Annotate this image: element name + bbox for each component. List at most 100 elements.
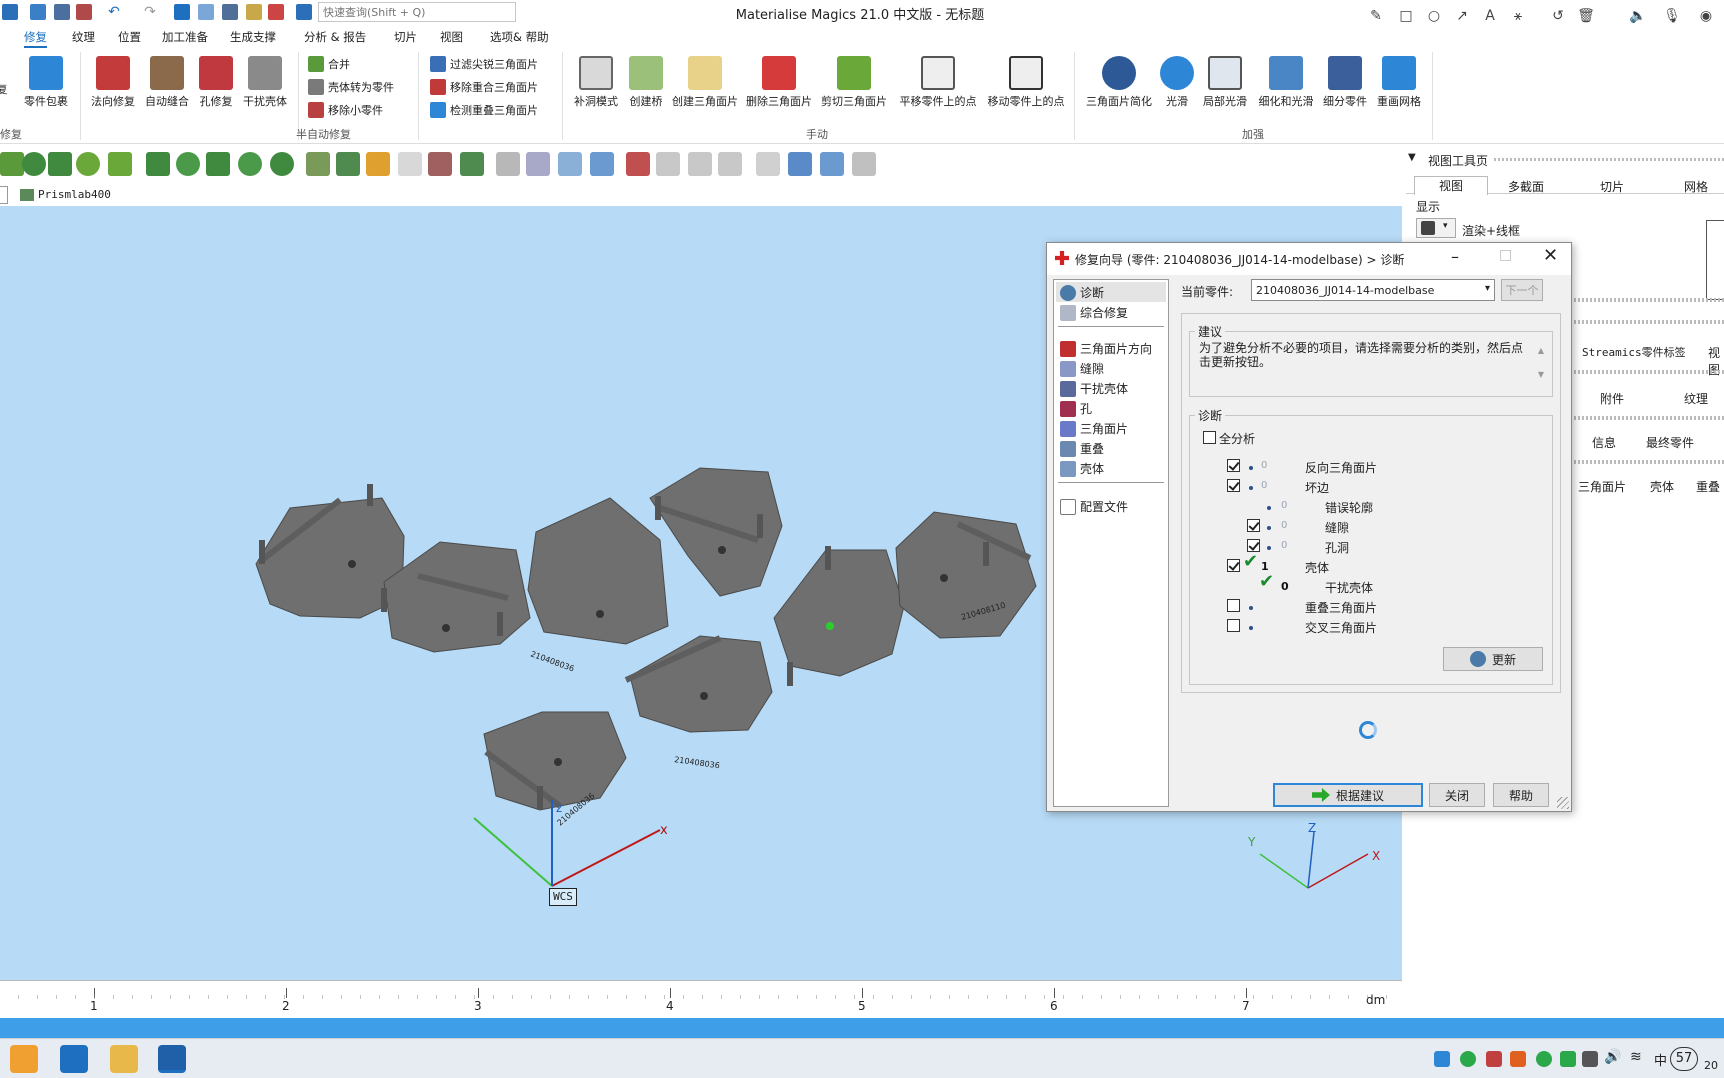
- tab-slices[interactable]: 切片: [1600, 178, 1624, 195]
- tab-view[interactable]: 视图: [440, 29, 463, 45]
- search-settings-icon[interactable]: [296, 4, 312, 20]
- translate-point-button[interactable]: 平移零件上的点: [896, 56, 980, 109]
- file-explorer-icon[interactable]: [110, 1045, 138, 1073]
- shells-tab[interactable]: 壳体: [1650, 478, 1674, 495]
- microphone-icon[interactable]: 🎙: [1662, 8, 1682, 24]
- normal-fix-button[interactable]: 法向修复: [88, 56, 138, 109]
- notification-badge[interactable]: 57: [1670, 1047, 1698, 1071]
- select-tool-icon[interactable]: [146, 152, 170, 176]
- remesh-button[interactable]: 重画网格: [1374, 56, 1424, 109]
- nav-item-profile[interactable]: 配置文件: [1060, 498, 1128, 515]
- nav-item-comprehensive-fix[interactable]: 综合修复: [1060, 304, 1128, 321]
- triangle-reduction-button[interactable]: 三角面片简化: [1082, 56, 1156, 109]
- select-tool-icon[interactable]: [558, 152, 582, 176]
- save-icon[interactable]: [2, 4, 18, 20]
- delete-triangle-button[interactable]: 删除三角面片: [744, 56, 814, 109]
- select-tool-icon[interactable]: [756, 152, 780, 176]
- merge-button[interactable]: 合并: [308, 56, 350, 72]
- select-tool-icon[interactable]: [206, 152, 230, 176]
- circle-icon[interactable]: ○: [1424, 8, 1444, 24]
- select-icon[interactable]: [174, 4, 190, 20]
- nav-item-diagnosis[interactable]: 诊断: [1060, 284, 1104, 301]
- hole-fill-mode-button[interactable]: 补洞模式: [570, 56, 622, 109]
- close-part-icon[interactable]: [76, 4, 92, 20]
- hole-fix-button[interactable]: 孔修复: [196, 56, 236, 109]
- quick-search-input[interactable]: [318, 2, 516, 22]
- ime-indicator[interactable]: 中: [1654, 1050, 1667, 1069]
- info-tab[interactable]: 信息: [1592, 434, 1616, 451]
- select-tool-icon[interactable]: [76, 152, 100, 176]
- magics-taskbar-icon[interactable]: [158, 1045, 186, 1073]
- select-tool-icon[interactable]: [48, 152, 72, 176]
- shell-to-part-button[interactable]: 壳体转为零件: [308, 79, 394, 95]
- arrow-icon[interactable]: ↗: [1452, 8, 1472, 24]
- select-tool-icon[interactable]: [656, 152, 680, 176]
- tray-icon[interactable]: [1582, 1051, 1598, 1067]
- app-icon[interactable]: [10, 1045, 38, 1073]
- text-icon[interactable]: A: [1480, 8, 1500, 24]
- tab-analysis-report[interactable]: 分析 & 报告: [304, 29, 366, 45]
- select-tool-icon[interactable]: [366, 152, 390, 176]
- view-icon[interactable]: [222, 4, 238, 20]
- speaker-icon[interactable]: 🔈: [1628, 8, 1648, 24]
- rectangle-icon[interactable]: □: [1396, 8, 1416, 24]
- nav-item-triangle-orientation[interactable]: 三角面片方向: [1060, 340, 1152, 357]
- tab-generate-support[interactable]: 生成支撑: [230, 29, 276, 45]
- final-part-tab[interactable]: 最终零件: [1646, 434, 1694, 451]
- tray-icon[interactable]: [1536, 1051, 1552, 1067]
- update-button[interactable]: 更新: [1443, 647, 1543, 671]
- create-bridge-button[interactable]: 创建桥: [626, 56, 666, 109]
- filter-sharp-triangles-button[interactable]: 过滤尖锐三角面片: [430, 56, 538, 72]
- wrap-part-button[interactable]: 零件包裹: [22, 56, 70, 109]
- select-tool-icon[interactable]: [238, 152, 262, 176]
- subdivide-part-button[interactable]: 细分零件: [1320, 56, 1370, 109]
- texture-tab[interactable]: 纹理: [1684, 390, 1708, 407]
- ribbon-cut-button[interactable]: 复: [0, 58, 14, 97]
- tab-position[interactable]: 位置: [118, 29, 141, 45]
- select-tool-icon[interactable]: [0, 152, 24, 176]
- select-tool-icon[interactable]: [306, 152, 330, 176]
- select-tool-icon[interactable]: [270, 152, 294, 176]
- select-tool-icon[interactable]: [496, 152, 520, 176]
- refine-smooth-button[interactable]: 细化和光滑: [1256, 56, 1316, 109]
- nav-item-gaps[interactable]: 缝隙: [1060, 360, 1104, 377]
- tab-multi-section[interactable]: 多截面: [1508, 178, 1544, 195]
- select-tool-icon[interactable]: [718, 152, 742, 176]
- row-checkbox[interactable]: [1247, 519, 1260, 532]
- tab-mesh[interactable]: 网格: [1684, 178, 1708, 195]
- row-checkbox[interactable]: [1227, 619, 1240, 632]
- local-smooth-button[interactable]: 局部光滑: [1198, 56, 1252, 109]
- select-tool-icon[interactable]: [460, 152, 484, 176]
- zoom-clear-icon[interactable]: [268, 4, 284, 20]
- cut-triangle-button[interactable]: 剪切三角面片: [818, 56, 890, 109]
- select-tool-icon[interactable]: [590, 152, 614, 176]
- select-tool-icon[interactable]: [176, 152, 200, 176]
- tab-build-prep[interactable]: 加工准备: [162, 29, 208, 45]
- tab-repair[interactable]: 修复: [24, 29, 47, 48]
- remove-coincident-triangles-button[interactable]: 移除重合三角面片: [430, 79, 538, 95]
- resize-grip[interactable]: [1557, 797, 1569, 809]
- undo-draw-icon[interactable]: ↺: [1548, 8, 1568, 24]
- zoom-icon[interactable]: [246, 4, 262, 20]
- zoom-select-icon[interactable]: [198, 4, 214, 20]
- move-point-button[interactable]: 移动零件上的点: [984, 56, 1068, 109]
- tray-icon[interactable]: [1486, 1051, 1502, 1067]
- select-tool-icon[interactable]: [108, 152, 132, 176]
- select-tool-icon[interactable]: [626, 152, 650, 176]
- triangles-tab[interactable]: 三角面片: [1578, 478, 1626, 495]
- tab-view-panel[interactable]: 视图: [1414, 176, 1488, 195]
- select-tool-icon[interactable]: [428, 152, 452, 176]
- magic-wand-icon[interactable]: ⚹: [1508, 8, 1528, 24]
- wechat-icon[interactable]: [1460, 1051, 1476, 1067]
- attachments-tab[interactable]: 附件: [1600, 390, 1624, 407]
- select-tool-icon[interactable]: [688, 152, 712, 176]
- tray-icon[interactable]: [1510, 1051, 1526, 1067]
- select-tool-icon[interactable]: [788, 152, 812, 176]
- nav-item-triangles[interactable]: 三角面片: [1060, 420, 1128, 437]
- tray-icon[interactable]: [1434, 1051, 1450, 1067]
- view-cube[interactable]: [1706, 220, 1724, 300]
- select-tool-icon[interactable]: [852, 152, 876, 176]
- volume-icon[interactable]: 🔊: [1604, 1049, 1621, 1065]
- tab-slice[interactable]: 切片: [394, 29, 417, 45]
- part-tab-prismlab[interactable]: Prismlab400: [20, 188, 111, 201]
